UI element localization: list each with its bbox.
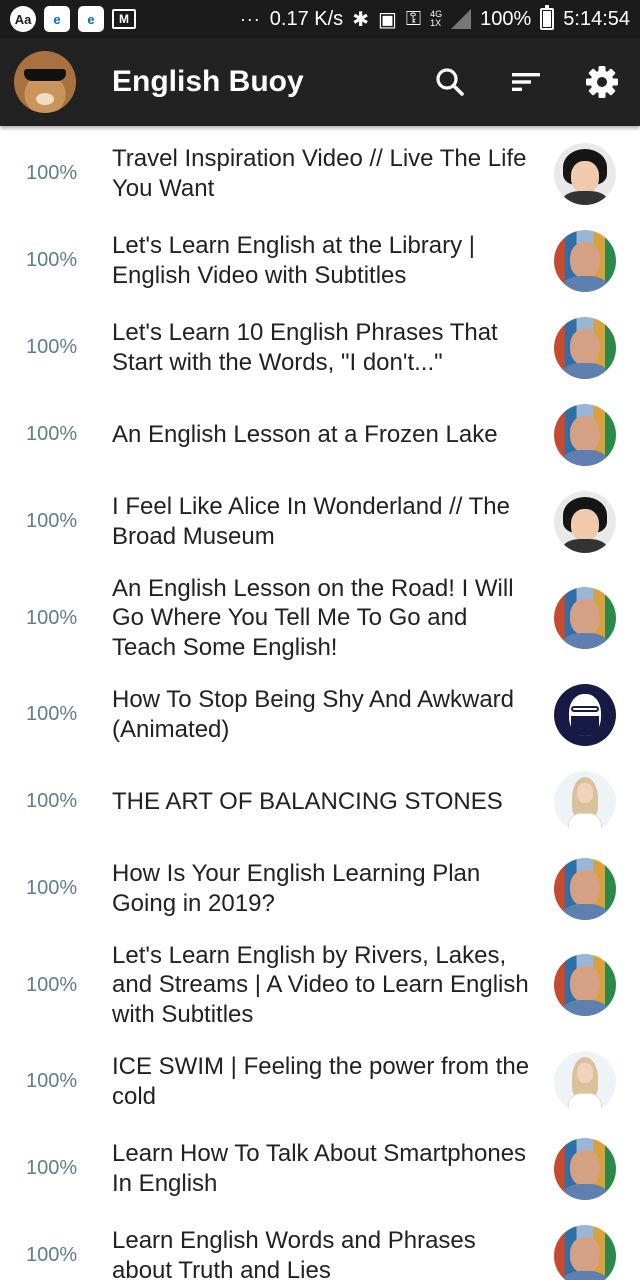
browser-icon: e [44,6,70,32]
progress-label: 100% [26,1157,78,1179]
channel-avatar[interactable] [554,1224,616,1280]
video-list-item[interactable]: 100% Learn English Words and Phrases abo… [0,1212,640,1280]
app-bar-actions [432,64,620,100]
video-list: 100% Travel Inspiration Video // Live Th… [0,130,640,1280]
video-list-item[interactable]: 100% An English Lesson at a Frozen Lake [0,391,640,478]
video-title: An English Lesson on the Road! I Will Go… [112,574,514,661]
signal-icon [451,9,472,29]
nfc-icon: ▣ [377,8,397,31]
progress-label: 100% [26,1070,78,1092]
video-title: Learn English Words and Phrases about Tr… [112,1227,476,1280]
settings-button[interactable] [584,64,620,100]
channel-avatar[interactable] [554,1137,616,1200]
gmail-icon: M [112,9,136,29]
video-list-item[interactable]: 100% How Is Your English Learning Plan G… [0,845,640,932]
channel-avatar[interactable] [554,683,616,746]
profile-avatar[interactable] [14,51,76,113]
battery-percent: 100% [480,7,532,30]
video-list-item[interactable]: 100% Let's Learn 10 English Phrases That… [0,304,640,391]
settings-icon [586,66,618,98]
video-list-item[interactable]: 100% THE ART OF BALANCING STONES [0,758,640,845]
video-title: Let's Learn 10 English Phrases That Star… [112,319,498,376]
progress-label: 100% [26,703,78,725]
video-title: Learn How To Talk About Smartphones In E… [112,1140,527,1197]
video-list-item[interactable]: 100% How To Stop Being Shy And Awkward (… [0,671,640,758]
channel-avatar[interactable] [554,587,616,649]
channel-avatar[interactable] [554,770,616,833]
channel-avatar[interactable] [554,857,616,920]
video-title: How Is Your English Learning Plan Going … [112,860,481,917]
progress-label: 100% [26,423,78,445]
sort-icon [512,73,540,91]
dictionary-icon: Aa [10,6,36,32]
channel-avatar[interactable] [554,229,616,292]
battery-icon [540,5,555,30]
progress-label: 100% [26,336,78,358]
video-list-item[interactable]: 100% ICE SWIM | Feeling the power from t… [0,1038,640,1125]
video-title: How To Stop Being Shy And Awkward (Anima… [112,686,515,743]
progress-label: 100% [26,973,78,996]
progress-label: 100% [26,877,78,899]
system-indicators: ··· 0.17 K/s ✱ ▣ ⚿ 4G 1X 100% 5:14:54 [239,5,630,32]
clock: 5:14:54 [563,7,630,30]
video-list-item[interactable]: 100% Let's Learn English at the Library … [0,217,640,304]
channel-avatar[interactable] [554,403,616,466]
progress-label: 100% [26,790,78,812]
progress-label: 100% [26,249,78,271]
video-list-item[interactable]: 100% I Feel Like Alice In Wonderland // … [0,478,640,565]
sunglasses-icon [24,69,66,81]
progress-label: 100% [26,606,78,629]
search-button[interactable] [432,64,468,100]
status-bar: Aa e e M ··· 0.17 K/s ✱ ▣ ⚿ 4G 1X 100% 5… [0,0,640,38]
search-icon [436,68,464,96]
video-list-item[interactable]: 100% Travel Inspiration Video // Live Th… [0,130,640,217]
network-type-indicator: 4G 1X [430,9,443,28]
channel-avatar[interactable] [554,954,616,1016]
channel-avatar[interactable] [554,316,616,379]
bluetooth-icon: ✱ [352,8,369,31]
progress-label: 100% [26,510,78,532]
overflow-icon: ··· [239,8,261,29]
app-bar: English Buoy [0,38,640,126]
network-speed: 0.17 K/s [269,7,344,30]
video-title: THE ART OF BALANCING STONES [112,787,503,815]
channel-avatar[interactable] [554,1050,616,1113]
video-list-item[interactable]: 100% Let's Learn English by Rivers, Lake… [0,932,640,1038]
channel-avatar[interactable] [554,490,616,553]
channel-avatar[interactable] [554,142,616,205]
video-title: ICE SWIM | Feeling the power from the co… [112,1053,530,1110]
progress-label: 100% [26,1244,78,1266]
browser-icon: e [78,6,104,32]
video-title: An English Lesson at a Frozen Lake [112,420,498,448]
video-title: Let's Learn English at the Library | Eng… [112,232,476,289]
video-title: Travel Inspiration Video // Live The Lif… [112,145,527,202]
app-title: English Buoy [112,65,304,98]
progress-label: 100% [26,162,78,184]
notification-icons: Aa e e M [10,6,136,32]
video-title: I Feel Like Alice In Wonderland // The B… [112,493,511,550]
video-title: Let's Learn English by Rivers, Lakes, an… [112,941,529,1028]
video-list-item[interactable]: 100% An English Lesson on the Road! I Wi… [0,565,640,671]
vpn-key-icon: ⚿ [405,7,422,30]
video-list-item[interactable]: 100% Learn How To Talk About Smartphones… [0,1125,640,1212]
sort-button[interactable] [508,64,544,100]
